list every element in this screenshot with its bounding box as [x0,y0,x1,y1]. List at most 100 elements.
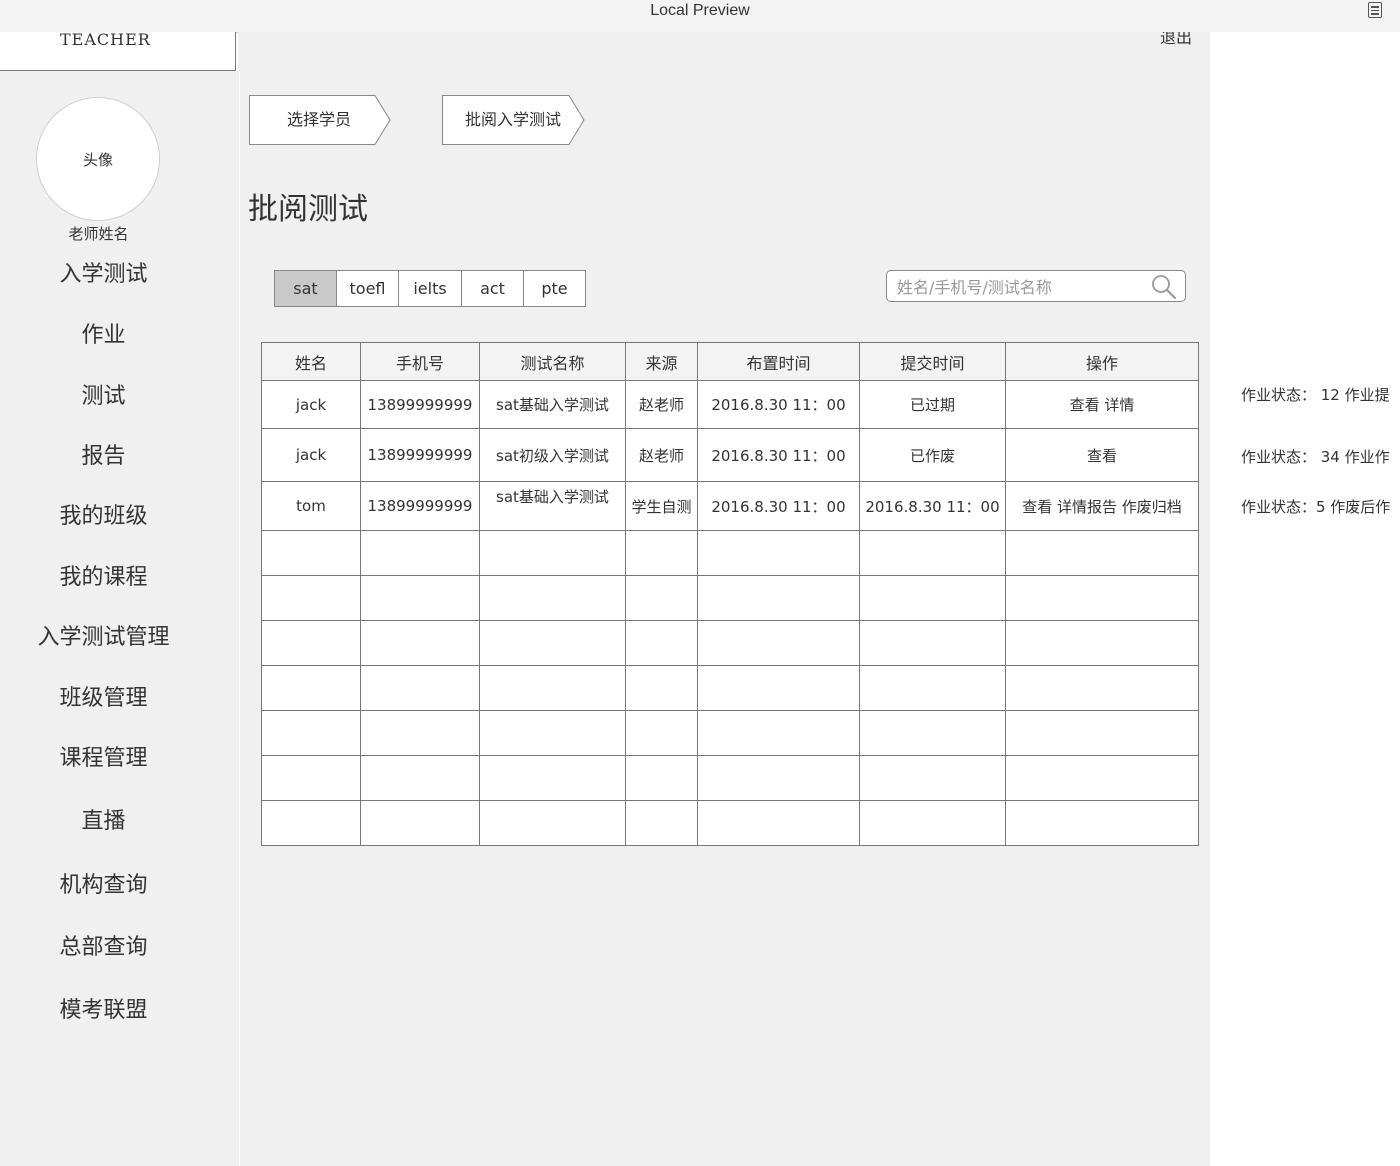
sidebar-item-institution-query[interactable]: 机构查询 [0,871,207,901]
sidebar-item-mock-exam-alliance[interactable]: 模考联盟 [0,996,207,1026]
column-header-source: 来源 [625,342,698,381]
empty-cell [697,665,860,711]
empty-cell [261,575,361,621]
search-icon[interactable] [1151,274,1177,300]
empty-cell [1005,530,1199,576]
header-bar: 退出 [238,32,1210,71]
cell-assigned-time: 2016.8.30 11：00 [697,428,860,482]
cell-actions: 查看 详情 [1005,380,1199,429]
tab-act[interactable]: act [462,271,524,306]
empty-cell [360,530,480,576]
empty-cell [859,575,1006,621]
cell-phone: 13899999999 [360,481,480,531]
view-link[interactable]: 查看 [1087,447,1117,465]
sidebar-item-course-management[interactable]: 课程管理 [0,744,207,774]
view-link[interactable]: 查看 [1070,396,1100,414]
tab-toefl[interactable]: toefl [337,271,399,306]
sidebar-item-live[interactable]: 直播 [0,807,207,837]
logo-box: TEACHER [0,32,236,71]
tab-ielts[interactable]: ielts [399,271,462,306]
document-list-icon[interactable] [1368,2,1382,18]
empty-cell [261,800,361,846]
empty-cell [261,530,361,576]
empty-cell [261,710,361,756]
empty-table-row [261,665,1199,711]
empty-table-row [261,575,1199,621]
column-header-test-name: 测试名称 [479,342,626,381]
empty-table-row [261,530,1199,576]
cell-actions: 查看 详情报告 作废归档 [1005,481,1199,531]
empty-cell [697,710,860,756]
sidebar-item-my-courses[interactable]: 我的课程 [0,563,207,593]
empty-cell [479,575,626,621]
empty-cell [479,800,626,846]
cell-assigned-time: 2016.8.30 11：00 [697,380,860,429]
empty-cell [697,530,860,576]
step-select-student[interactable]: 选择学员 [249,95,391,145]
empty-cell [1005,620,1199,666]
empty-cell [859,800,1006,846]
empty-cell [360,575,480,621]
column-header-assigned-time: 布置时间 [697,342,860,381]
empty-cell [697,800,860,846]
status-note: 作业状态： 12 作业提 [1241,386,1390,404]
tab-sat[interactable]: sat [275,271,337,306]
cell-test-name: sat基础入学测试 [479,380,626,429]
test-table: 姓名 手机号 测试名称 来源 布置时间 提交时间 操作 jack 1389999… [261,342,1199,846]
sidebar-item-test[interactable]: 测试 [0,382,207,412]
avatar[interactable]: 头像 [36,97,160,221]
empty-cell [479,755,626,801]
empty-cell [625,710,698,756]
empty-cell [625,800,698,846]
right-panel [1210,32,1400,1166]
cell-source: 赵老师 [625,428,698,482]
empty-cell [479,530,626,576]
cell-source: 赵老师 [625,380,698,429]
sidebar-item-my-classes[interactable]: 我的班级 [0,502,207,532]
page-title: 批阅测试 [248,192,368,227]
empty-cell [1005,575,1199,621]
empty-cell [697,620,860,666]
sidebar: 头像 老师姓名 入学测试 作业 测试 报告 我的班级 我的课程 入学测试管理 班… [0,71,239,1166]
cell-submitted-time: 2016.8.30 11：00 [859,481,1006,531]
teacher-name: 老师姓名 [68,225,129,243]
empty-cell [261,665,361,711]
sidebar-item-homework[interactable]: 作业 [0,321,207,351]
void-archive-link[interactable]: 作废归档 [1122,498,1182,516]
empty-cell [479,620,626,666]
empty-cell [859,710,1006,756]
status-note: 作业状态：5 作废后作 [1241,498,1391,516]
window-titlebar: Local Preview [0,0,1400,33]
search-input[interactable] [895,275,1149,299]
sidebar-item-report[interactable]: 报告 [0,442,207,472]
empty-cell [1005,665,1199,711]
sidebar-item-headquarters-query[interactable]: 总部查询 [0,933,207,963]
cell-actions: 查看 [1005,428,1199,482]
table-row: tom 13899999999 sat基础入学测试 学生自测 2016.8.30… [261,481,1199,531]
step-review-entrance-test[interactable]: 批阅入学测试 [442,95,585,145]
cell-phone: 13899999999 [360,380,480,429]
window-title: Local Preview [650,2,750,19]
cell-submitted-time: 已作废 [859,428,1006,482]
step-label: 选择学员 [286,110,351,129]
details-report-link[interactable]: 详情报告 [1057,498,1117,516]
empty-cell [261,755,361,801]
sidebar-item-entrance-test[interactable]: 入学测试 [0,260,207,290]
sidebar-item-entrance-test-management[interactable]: 入学测试管理 [0,623,207,653]
empty-table-row [261,800,1199,846]
details-link[interactable]: 详情 [1104,396,1134,414]
table-row: jack 13899999999 sat初级入学测试 赵老师 2016.8.30… [261,428,1199,482]
tab-pte[interactable]: pte [524,271,585,306]
search-box [886,270,1186,302]
empty-table-row [261,620,1199,666]
cell-assigned-time: 2016.8.30 11：00 [697,481,860,531]
sidebar-item-class-management[interactable]: 班级管理 [0,684,207,714]
empty-cell [859,620,1006,666]
status-note: 作业状态： 34 作业作 [1241,448,1390,466]
empty-cell [1005,800,1199,846]
view-link[interactable]: 查看 [1022,498,1052,516]
empty-cell [625,665,698,711]
empty-cell [625,530,698,576]
subject-tabs: sat toefl ielts act pte [274,270,586,307]
logout-link[interactable]: 退出 [1160,32,1192,48]
